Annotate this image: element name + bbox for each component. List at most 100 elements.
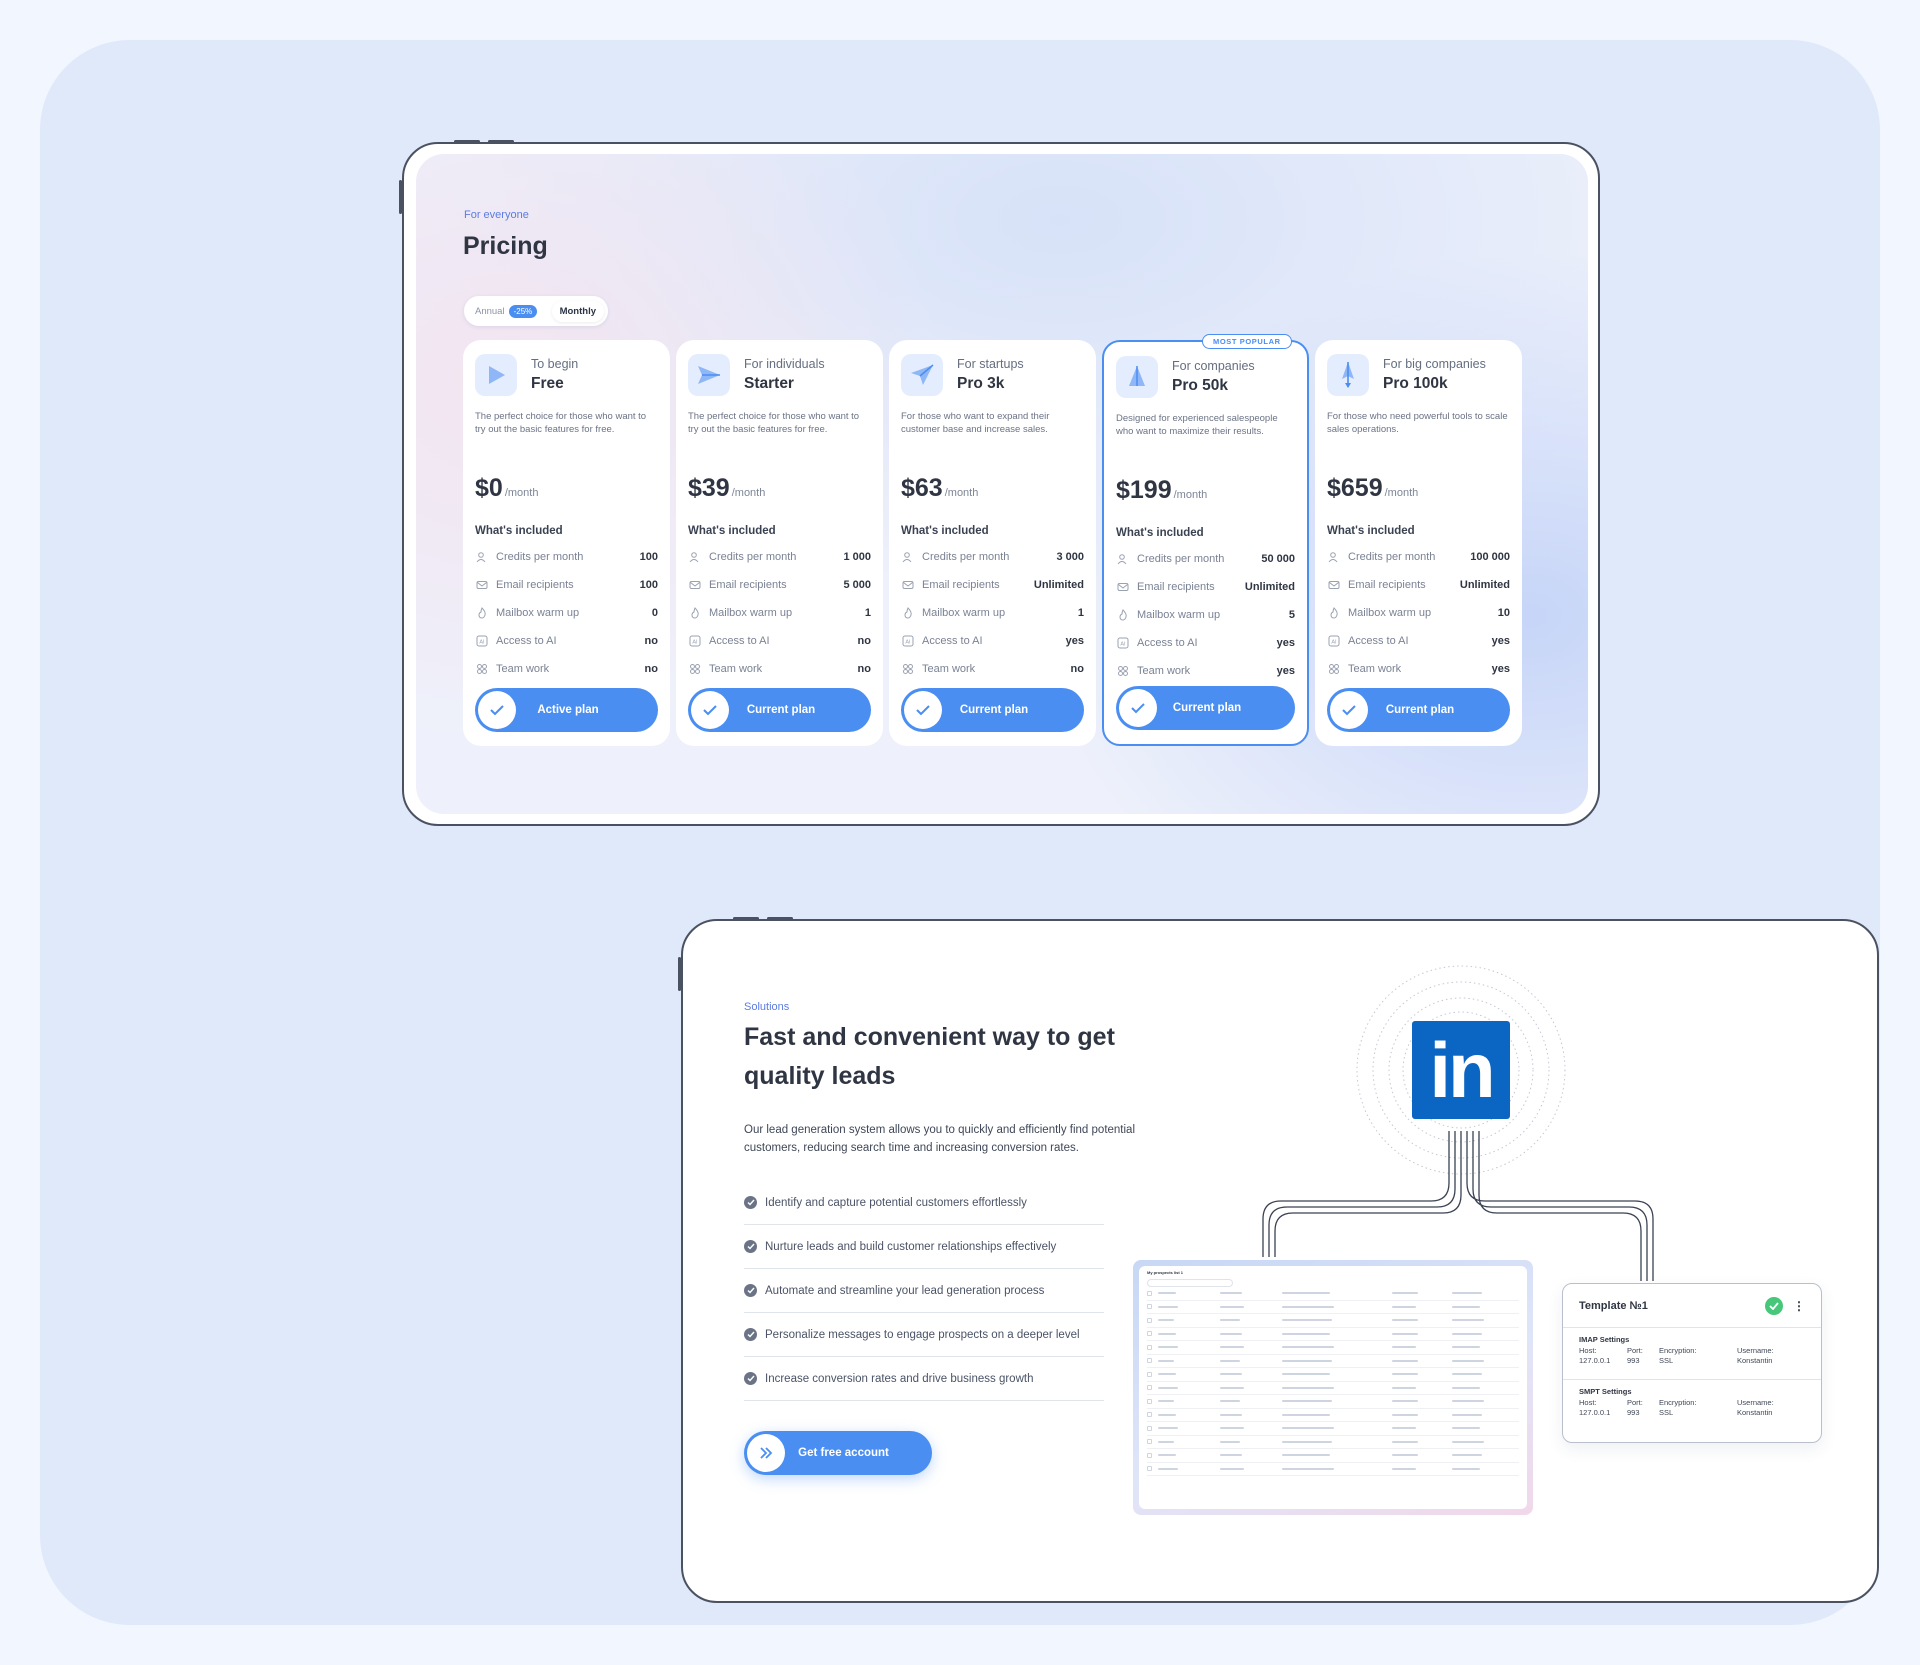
more-vertical-icon[interactable]: ⋮ — [1793, 1299, 1805, 1313]
feature-value: 3 000 — [1056, 551, 1084, 563]
feature-label: Mailbox warm up — [496, 607, 580, 619]
feature-label: Team work — [496, 663, 550, 675]
table-row[interactable] — [1147, 1341, 1519, 1355]
get-free-account-button[interactable]: Get free account — [744, 1431, 932, 1475]
check-icon — [1119, 689, 1157, 727]
included-heading: What's included — [1327, 525, 1415, 537]
table-row[interactable] — [1147, 1409, 1519, 1422]
port-value: 993 — [1627, 1356, 1640, 1365]
benefit-text: Increase conversion rates and drive busi… — [765, 1372, 1034, 1385]
plan-description: The perfect choice for those who want to… — [688, 411, 860, 435]
price-amount: $0 — [475, 474, 503, 502]
billing-toggle[interactable]: Annual -25% Monthly — [464, 296, 608, 326]
solutions-tablet-frame: Solutions Fast and convenient way to get… — [678, 917, 1879, 1603]
solutions-screen: Solutions Fast and convenient way to get… — [685, 923, 1875, 1599]
settings-heading: IMAP Settings — [1579, 1335, 1630, 1344]
encryption-value: SSL — [1659, 1408, 1674, 1417]
table-row[interactable] — [1147, 1328, 1519, 1341]
benefit-item: Automate and streamline your lead genera… — [744, 1269, 1104, 1313]
device-button — [767, 917, 793, 920]
feature-row: Credits per month 100 000 — [1327, 543, 1510, 571]
table-row[interactable] — [1147, 1301, 1519, 1314]
benefit-text: Automate and streamline your lead genera… — [765, 1284, 1045, 1297]
current-plan-button[interactable]: Current plan — [688, 688, 871, 732]
port-value: 993 — [1627, 1408, 1640, 1417]
current-plan-button[interactable]: Current plan — [1116, 686, 1295, 730]
feature-row: Credits per month 100 — [475, 543, 658, 571]
check-icon — [744, 1372, 757, 1385]
feature-row: Mailbox warm up 1 — [688, 599, 871, 627]
feature-label: Access to AI — [709, 635, 770, 647]
plan-cards: To begin Free The perfect choice for tho… — [463, 334, 1523, 746]
feature-label: Team work — [709, 663, 763, 675]
check-icon — [744, 1196, 757, 1209]
linkedin-logo: in — [1412, 1021, 1510, 1119]
feature-row: Email recipients Unlimited — [1116, 573, 1295, 601]
table-row[interactable] — [1147, 1449, 1519, 1463]
included-heading: What's included — [475, 525, 563, 537]
feature-value: no — [1070, 663, 1084, 675]
solutions-title-line2: quality leads — [744, 1062, 896, 1090]
feature-row: Email recipients Unlimited — [901, 571, 1084, 599]
plan-card-pro-3k: For startups Pro 3k For those who want t… — [889, 340, 1096, 746]
table-row[interactable] — [1147, 1463, 1519, 1476]
feature-list: Credits per month 3 000 Email recipients Un… — [901, 543, 1084, 683]
feature-row: AI Access to AI no — [688, 627, 871, 655]
current-plan-button[interactable]: Current plan — [1327, 688, 1510, 732]
table-row[interactable] — [1147, 1382, 1519, 1395]
table-row[interactable] — [1147, 1368, 1519, 1382]
feature-row: AI Access to AI no — [475, 627, 658, 655]
included-heading: What's included — [688, 525, 776, 537]
svg-text:AI: AI — [1331, 640, 1337, 646]
table-row[interactable] — [1147, 1355, 1519, 1368]
ai-icon: AI — [1327, 634, 1341, 648]
plan-button-label: Current plan — [959, 704, 1029, 716]
feature-value: 10 — [1497, 607, 1510, 619]
check-icon — [744, 1240, 757, 1253]
feature-row: Team work no — [475, 655, 658, 683]
table-row[interactable] — [1147, 1422, 1519, 1436]
table-row[interactable] — [1147, 1287, 1519, 1301]
table-row[interactable] — [1147, 1436, 1519, 1449]
check-icon — [744, 1328, 757, 1341]
username-label: Username: — [1737, 1346, 1774, 1355]
plan-tier: For companies — [1172, 359, 1255, 373]
current-plan-button[interactable]: Current plan — [901, 688, 1084, 732]
plan-description: The perfect choice for those who want to… — [475, 411, 647, 435]
device-button — [488, 140, 514, 143]
plan-tier: For startups — [957, 357, 1024, 371]
svg-text:AI: AI — [479, 640, 485, 646]
feature-value: yes — [1491, 663, 1510, 675]
paper-plane-icon — [901, 354, 943, 396]
sail-icon — [1116, 356, 1158, 398]
feature-label: Credits per month — [709, 551, 797, 563]
feature-value: Unlimited — [1033, 579, 1084, 591]
flame-icon — [1116, 608, 1130, 622]
feature-value: Unlimited — [1459, 579, 1510, 591]
app-search-input[interactable] — [1147, 1279, 1233, 1287]
feature-label: Email recipients — [709, 579, 787, 591]
feature-value: no — [644, 635, 658, 647]
feature-value: 5 — [1288, 609, 1295, 621]
feature-value: 0 — [651, 607, 658, 619]
feature-row: Mailbox warm up 1 — [901, 599, 1084, 627]
table-row[interactable] — [1147, 1314, 1519, 1328]
pricing-screen: For everyone Pricing Annual -25% Monthly… — [416, 154, 1588, 814]
toggle-annual[interactable]: Annual -25% — [468, 304, 538, 318]
feature-value: no — [644, 663, 658, 675]
mail-icon — [475, 578, 489, 592]
pricing-eyebrow: For everyone — [464, 209, 529, 221]
feature-row: AI Access to AI yes — [1116, 629, 1295, 657]
grid-icon — [1327, 662, 1341, 676]
toggle-monthly[interactable]: Monthly — [551, 300, 604, 322]
price-amount: $659 — [1327, 474, 1383, 502]
feature-value: yes — [1276, 665, 1295, 677]
svg-text:AI: AI — [905, 640, 911, 646]
price-period: /month — [944, 487, 979, 499]
active-plan-button[interactable]: Active plan — [475, 688, 658, 732]
port-label: Port: — [1627, 1346, 1643, 1355]
table-row[interactable] — [1147, 1395, 1519, 1409]
username-value: Konstantin — [1737, 1356, 1773, 1365]
plan-tier: To begin — [531, 357, 579, 371]
flame-icon — [1327, 606, 1341, 620]
